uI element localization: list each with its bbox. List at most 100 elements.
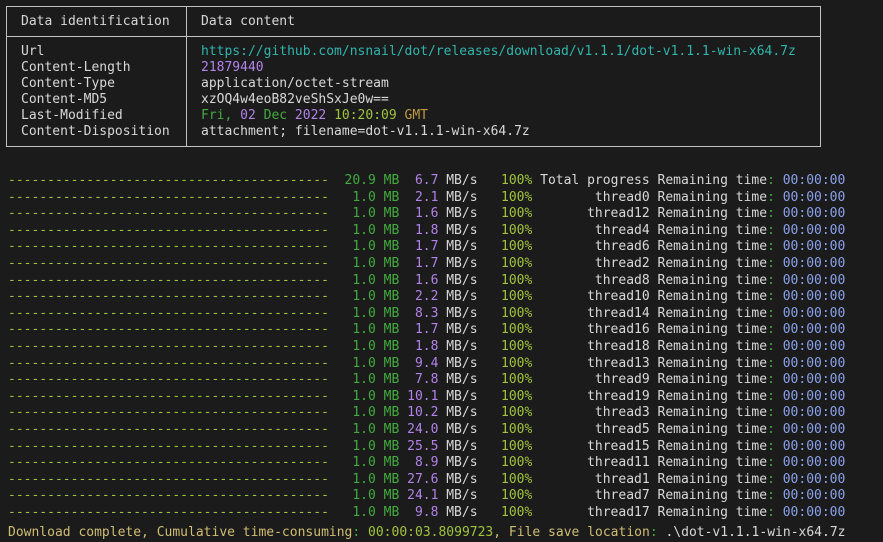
thread-name: thread15 [540, 439, 650, 456]
progress-bar: ----------------------------------------… [8, 389, 329, 406]
status-part: , [493, 525, 509, 540]
progress-row: ----------------------------------------… [8, 239, 845, 256]
remaining-time-label: Remaining time [658, 306, 768, 323]
thread-name: thread14 [540, 306, 650, 323]
downloaded-size: 1.0 MB [337, 273, 400, 290]
header-field-name: Url [21, 44, 186, 60]
status-part: : [650, 525, 658, 540]
progress-row: ----------------------------------------… [8, 505, 845, 522]
colon: : [767, 472, 775, 489]
table-header-identification: Data identification [7, 7, 187, 36]
progress-bar: ----------------------------------------… [8, 206, 329, 223]
remaining-time-value: 00:00:00 [783, 306, 846, 323]
remaining-time-label: Remaining time [658, 223, 768, 240]
remaining-time-label: Remaining time [658, 455, 768, 472]
downloaded-size: 1.0 MB [337, 356, 400, 373]
progress-row: ----------------------------------------… [8, 306, 845, 323]
colon: : [767, 405, 775, 422]
remaining-time-label: Remaining time [658, 488, 768, 505]
thread-name: thread18 [540, 339, 650, 356]
speed-unit: MB/s [446, 289, 477, 306]
header-value-part: GMT [397, 108, 428, 123]
remaining-time-value: 00:00:00 [783, 389, 846, 406]
remaining-time-label: Remaining time [658, 422, 768, 439]
header-field-name: Last-Modified [21, 108, 186, 124]
header-field-name: Content-Type [21, 76, 186, 92]
progress-bar: ----------------------------------------… [8, 239, 329, 256]
remaining-time-value: 00:00:00 [783, 173, 846, 190]
speed-unit: MB/s [446, 190, 477, 207]
progress-row: ----------------------------------------… [8, 372, 845, 389]
remaining-time-value: 00:00:00 [783, 356, 846, 373]
thread-name: thread12 [540, 206, 650, 223]
speed-value: 10.2 [407, 405, 438, 422]
progress-row: ----------------------------------------… [8, 422, 845, 439]
progress-bar: ----------------------------------------… [8, 173, 329, 190]
progress-row-total: ----------------------------------------… [8, 173, 845, 190]
progress-row: ----------------------------------------… [8, 206, 845, 223]
percent-value: 100% [501, 173, 532, 190]
speed-unit: MB/s [446, 173, 477, 190]
thread-name: thread6 [540, 239, 650, 256]
progress-bar: ----------------------------------------… [8, 488, 329, 505]
progress-bar: ----------------------------------------… [8, 339, 329, 356]
terminal-window: Data identification Data content UrlCont… [0, 0, 883, 542]
remaining-time-value: 00:00:00 [783, 223, 846, 240]
remaining-time-label: Remaining time [658, 472, 768, 489]
percent-value: 100% [501, 190, 532, 207]
colon: : [767, 190, 775, 207]
speed-value: 9.8 [407, 505, 438, 522]
speed-unit: MB/s [446, 356, 477, 373]
remaining-time-label: Remaining time [658, 239, 768, 256]
colon: : [767, 372, 775, 389]
progress-bar: ----------------------------------------… [8, 455, 329, 472]
table-body: UrlContent-LengthContent-TypeContent-MD5… [7, 37, 820, 146]
progress-row: ----------------------------------------… [8, 439, 845, 456]
remaining-time-label: Remaining time [658, 439, 768, 456]
progress-row: ----------------------------------------… [8, 472, 845, 489]
remaining-time-label: Remaining time [658, 322, 768, 339]
progress-bar: ----------------------------------------… [8, 422, 329, 439]
colon: : [767, 289, 775, 306]
downloaded-size: 1.0 MB [337, 405, 400, 422]
header-field-name: Content-MD5 [21, 92, 186, 108]
thread-name: thread2 [540, 256, 650, 273]
percent-value: 100% [501, 256, 532, 273]
colon: : [767, 488, 775, 505]
progress-row: ----------------------------------------… [8, 289, 845, 306]
percent-value: 100% [501, 488, 532, 505]
thread-name: thread13 [540, 356, 650, 373]
thread-name: Total progress [540, 173, 650, 190]
speed-unit: MB/s [446, 455, 477, 472]
thread-name: thread10 [540, 289, 650, 306]
status-part: File save location [509, 525, 650, 540]
header-value-part: attachment; filename=dot-v1.1.1-win-x64.… [201, 124, 530, 139]
header-field-value: Fri, 02 Dec 2022 10:20:09 GMT [201, 108, 820, 124]
header-field-value: https://github.com/nsnail/dot/releases/d… [201, 44, 820, 60]
remaining-time-value: 00:00:00 [783, 206, 846, 223]
downloaded-size: 1.0 MB [337, 455, 400, 472]
thread-name: thread0 [540, 190, 650, 207]
header-field-value: application/octet-stream [201, 76, 820, 92]
colon: : [767, 273, 775, 290]
speed-value: 1.7 [407, 256, 438, 273]
header-value-part: 10:20:09 [326, 108, 396, 123]
colon: : [767, 173, 775, 190]
speed-value: 6.7 [407, 173, 438, 190]
downloaded-size: 1.0 MB [337, 322, 400, 339]
colon: : [767, 439, 775, 456]
header-value-part: Dec [256, 108, 287, 123]
colon: : [767, 206, 775, 223]
thread-name: thread8 [540, 273, 650, 290]
progress-bar: ----------------------------------------… [8, 289, 329, 306]
downloaded-size: 1.0 MB [337, 190, 400, 207]
speed-value: 10.1 [407, 389, 438, 406]
colon: : [767, 322, 775, 339]
speed-value: 2.1 [407, 190, 438, 207]
speed-unit: MB/s [446, 505, 477, 522]
downloaded-size: 1.0 MB [337, 439, 400, 456]
table-keys-column: UrlContent-LengthContent-TypeContent-MD5… [7, 37, 187, 146]
speed-value: 7.8 [407, 372, 438, 389]
progress-bar: ----------------------------------------… [8, 322, 329, 339]
progress-row: ----------------------------------------… [8, 339, 845, 356]
